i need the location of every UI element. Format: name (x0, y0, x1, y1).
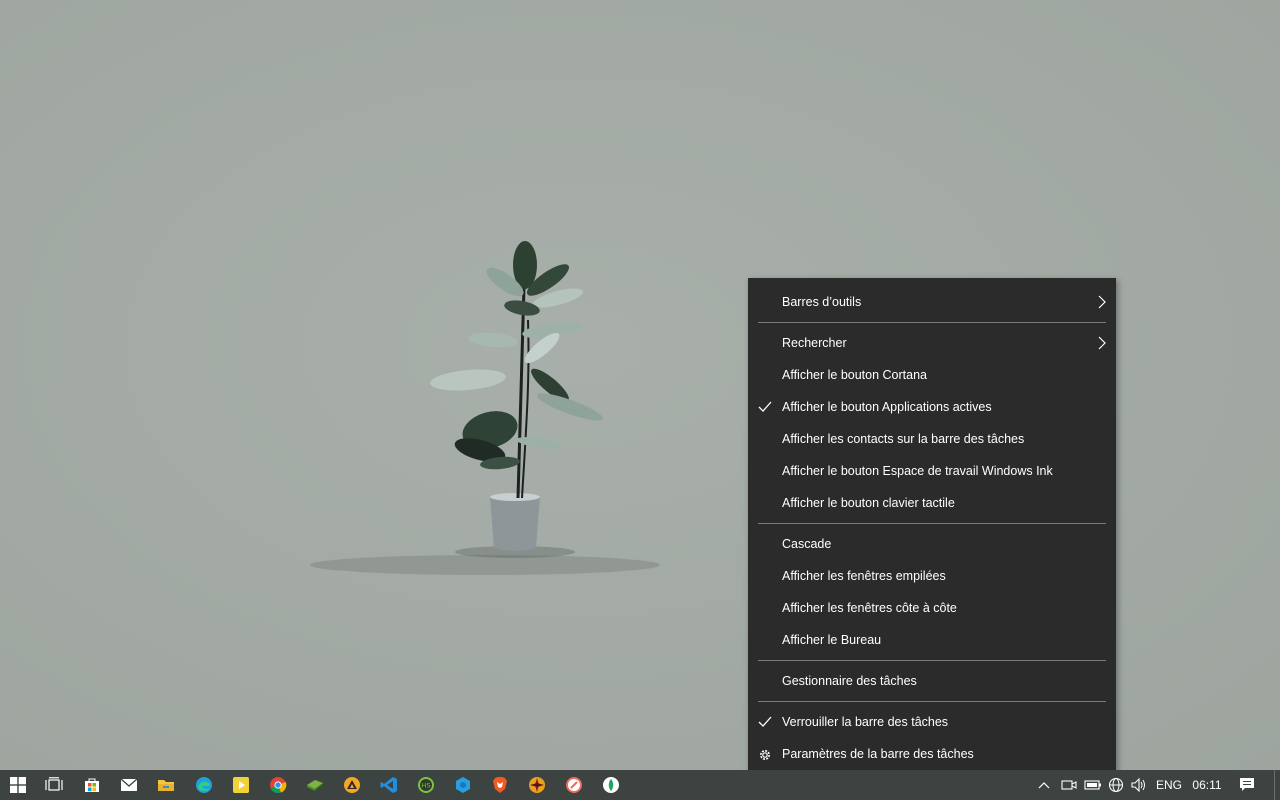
gear-icon (758, 738, 774, 770)
app-red-button[interactable] (556, 770, 592, 800)
menu-item-label: Afficher le bouton Espace de travail Win… (782, 464, 1053, 478)
menu-separator (758, 523, 1106, 524)
media-player-icon (233, 777, 249, 793)
show-hidden-icons-button[interactable] (1034, 770, 1054, 800)
store-icon (85, 778, 99, 792)
volume-tray-button[interactable] (1128, 770, 1150, 800)
menu-separator (758, 701, 1106, 702)
app-orange-icon (344, 777, 360, 793)
checkmark-icon (758, 706, 774, 738)
chrome-button[interactable] (260, 770, 296, 800)
menu-item-label: Paramètres de la barre des tâches (782, 747, 974, 761)
menu-item-show-task-view[interactable]: Afficher le bouton Applications actives (748, 391, 1116, 423)
plant-wallpaper-image (310, 241, 660, 575)
camera-tray-button[interactable] (1058, 770, 1080, 800)
mail-icon (120, 778, 138, 791)
app-compass-icon (529, 777, 545, 793)
app-green-icon (307, 780, 323, 791)
app-green-dot-icon (603, 777, 619, 793)
app-hs-icon: HS (418, 777, 434, 793)
app-red-icon (566, 777, 582, 793)
app-blue-icon (456, 777, 470, 793)
app-green-dot-button[interactable] (593, 770, 629, 800)
menu-item-show-cortana[interactable]: Afficher le bouton Cortana (748, 359, 1116, 391)
taskbar[interactable]: HS ENG 06:11 (0, 770, 1280, 800)
menu-item-label: Verrouiller la barre des tâches (782, 715, 949, 729)
menu-item-label: Rechercher (782, 336, 847, 350)
menu-item-lock-taskbar[interactable]: Verrouiller la barre des tâches (748, 706, 1116, 738)
menu-separator (758, 322, 1106, 323)
taskbar-context-menu: Barres d’outils Rechercher Afficher le b… (748, 278, 1116, 778)
language-indicator[interactable]: ENG (1152, 770, 1186, 800)
menu-item-label: Afficher les fenêtres empilées (782, 569, 946, 583)
task-view-button[interactable] (36, 770, 72, 800)
menu-item-label: Cascade (782, 537, 832, 551)
brave-icon (493, 777, 507, 793)
battery-icon (1084, 780, 1101, 790)
edge-button[interactable] (186, 770, 222, 800)
menu-item-show-people[interactable]: Afficher les contacts sur la barre des t… (748, 423, 1116, 455)
app-hs-button[interactable]: HS (408, 770, 444, 800)
menu-item-show-desktop[interactable]: Afficher le Bureau (748, 624, 1116, 656)
menu-item-label: Afficher le Bureau (782, 633, 882, 647)
menu-item-label: Gestionnaire des tâches (782, 674, 917, 688)
show-desktop-button[interactable] (1274, 770, 1280, 800)
brave-button[interactable] (482, 770, 518, 800)
vscode-button[interactable] (371, 770, 407, 800)
task-view-icon (45, 777, 63, 791)
folder-icon (158, 780, 174, 791)
network-tray-button[interactable] (1105, 770, 1127, 800)
start-button[interactable] (0, 770, 36, 800)
chevron-right-icon (1098, 295, 1106, 309)
menu-item-label: Afficher le bouton Cortana (782, 368, 928, 382)
camera-icon (1061, 780, 1077, 790)
chevron-right-icon (1098, 336, 1106, 350)
chevron-up-icon (1038, 782, 1050, 789)
menu-item-show-keyboard[interactable]: Afficher le bouton clavier tactile (748, 487, 1116, 519)
vscode-icon (380, 777, 397, 793)
menu-item-cascade[interactable]: Cascade (748, 528, 1116, 560)
checkmark-icon (758, 391, 774, 423)
menu-item-task-manager[interactable]: Gestionnaire des tâches (748, 665, 1116, 697)
menu-item-side-by-side[interactable]: Afficher les fenêtres côte à côte (748, 592, 1116, 624)
app-orange-button[interactable] (334, 770, 370, 800)
app-blue-button[interactable] (445, 770, 481, 800)
network-globe-icon (1108, 777, 1124, 793)
media-player-button[interactable] (223, 770, 259, 800)
menu-separator (758, 660, 1106, 661)
menu-item-toolbars[interactable]: Barres d’outils (748, 286, 1116, 318)
file-explorer-button[interactable] (148, 770, 184, 800)
chrome-icon (270, 777, 287, 794)
notification-icon (1240, 778, 1254, 791)
menu-item-label: Barres d’outils (782, 295, 862, 309)
svg-text:HS: HS (421, 782, 430, 790)
app-compass-button[interactable] (519, 770, 555, 800)
battery-tray-button[interactable] (1082, 770, 1104, 800)
menu-item-label: Afficher les contacts sur la barre des t… (782, 432, 1025, 446)
menu-item-label: Afficher le bouton clavier tactile (782, 496, 955, 510)
menu-item-search[interactable]: Rechercher (748, 327, 1116, 359)
clock[interactable]: 06:11 (1188, 770, 1226, 800)
edge-icon (196, 777, 212, 793)
action-center-button[interactable] (1234, 770, 1260, 800)
store-button[interactable] (74, 770, 110, 800)
menu-item-stacked[interactable]: Afficher les fenêtres empilées (748, 560, 1116, 592)
volume-icon (1131, 778, 1145, 792)
menu-item-label: Afficher le bouton Applications actives (782, 400, 992, 414)
windows-logo-icon (10, 777, 26, 793)
app-green-button[interactable] (297, 770, 333, 800)
mail-button[interactable] (111, 770, 147, 800)
menu-item-taskbar-settings[interactable]: Paramètres de la barre des tâches (748, 738, 1116, 770)
menu-item-show-ink[interactable]: Afficher le bouton Espace de travail Win… (748, 455, 1116, 487)
menu-item-label: Afficher les fenêtres côte à côte (782, 601, 957, 615)
